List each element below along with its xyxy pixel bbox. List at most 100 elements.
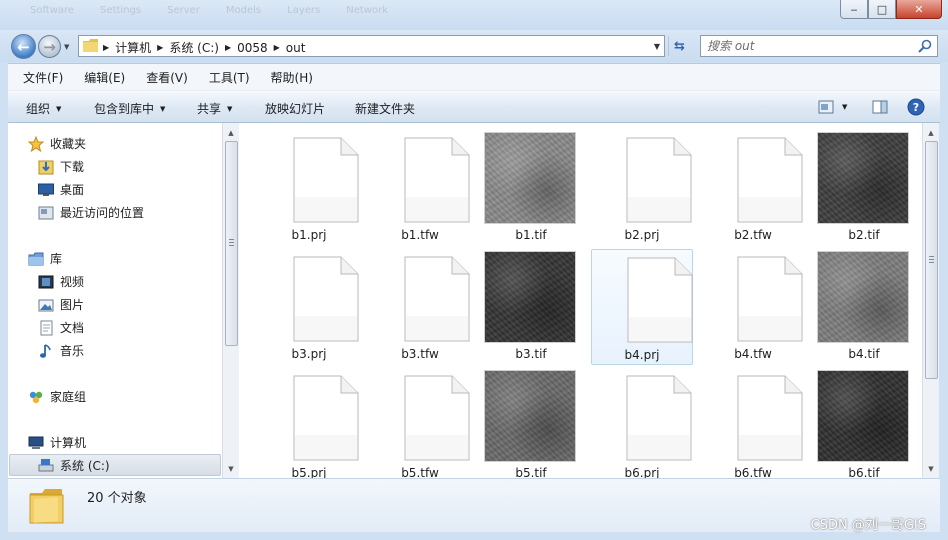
nav-label: 库 <box>50 252 63 266</box>
document-icon <box>404 137 470 223</box>
view-options-button[interactable]: ▼ <box>818 97 847 117</box>
new-folder-button[interactable]: 新建文件夹 <box>355 100 415 117</box>
help-icon: ? <box>907 98 925 116</box>
help-button[interactable]: ? <box>907 97 925 117</box>
details-pane: 20 个对象 CSDN @刘一哥GIS <box>8 478 940 533</box>
nav-label: 家庭组 <box>50 390 87 404</box>
breadcrumb-separator[interactable]: ▶ <box>225 43 231 52</box>
file-tile-document[interactable]: b2.tfw <box>702 130 804 246</box>
nav-desktop[interactable]: 桌面 <box>38 181 84 198</box>
nav-music[interactable]: 音乐 <box>38 342 84 359</box>
forward-button[interactable]: → <box>38 35 61 58</box>
menu-file[interactable]: 文件(F) <box>20 67 66 88</box>
file-tile-image[interactable]: b2.tif <box>813 130 915 246</box>
library-icon <box>28 252 44 265</box>
arrow-left-icon: ← <box>17 37 30 56</box>
file-tile-image[interactable]: b4.tif <box>813 249 915 365</box>
background-window-menu: Software Settings Server Models Layers N… <box>30 5 388 16</box>
file-name: b2.prj <box>624 228 660 242</box>
address-history-dropdown[interactable]: ▼ <box>654 42 660 51</box>
nav-favorites[interactable]: 收藏夹 <box>28 135 86 152</box>
ghost-menu-item: Models <box>225 5 262 16</box>
scrollbar-thumb[interactable] <box>925 141 938 379</box>
scroll-up-icon[interactable]: ▲ <box>223 125 239 141</box>
breadcrumb-separator[interactable]: ▶ <box>103 43 109 52</box>
nav-videos[interactable]: 视频 <box>38 273 84 290</box>
document-icon <box>737 375 803 461</box>
command-toolbar: 组织 ▼ 包含到库中 ▼ 共享 ▼ 放映幻灯片 新建文件夹 ▼ ? <box>8 90 940 123</box>
breadcrumb-folder[interactable]: 0058 <box>237 41 268 55</box>
menu-edit[interactable]: 编辑(E) <box>81 67 128 88</box>
chevron-down-icon: ▼ <box>227 104 233 113</box>
nav-documents[interactable]: 文档 <box>38 319 84 336</box>
file-tile-document[interactable]: b4.prj <box>591 249 693 365</box>
file-tile-image[interactable]: b3.tif <box>480 249 582 365</box>
file-tile-document[interactable]: b3.prj <box>258 249 360 365</box>
nav-scrollbar[interactable]: ▲ ▼ <box>222 123 239 478</box>
file-name: b5.tfw <box>401 466 439 478</box>
nav-label: 文档 <box>60 321 85 335</box>
file-name: b3.tif <box>515 347 547 361</box>
scroll-up-icon[interactable]: ▲ <box>923 125 939 141</box>
breadcrumb-computer[interactable]: 计算机 <box>115 39 151 56</box>
watermark: CSDN @刘一哥GIS <box>810 518 926 533</box>
scroll-down-icon[interactable]: ▼ <box>223 461 239 477</box>
refresh-button[interactable]: ⇆ <box>668 36 690 56</box>
drive-icon <box>38 459 54 472</box>
slideshow-button[interactable]: 放映幻灯片 <box>265 100 325 117</box>
file-name: b4.tif <box>848 347 880 361</box>
file-tile-image[interactable]: b6.tif <box>813 368 915 478</box>
breadcrumb-separator[interactable]: ▶ <box>157 43 163 52</box>
breadcrumb-separator[interactable]: ▶ <box>274 43 280 52</box>
nav-pictures[interactable]: 图片 <box>38 296 84 313</box>
back-button[interactable]: ← <box>11 34 36 59</box>
computer-icon <box>28 436 44 449</box>
nav-libraries[interactable]: 库 <box>28 250 62 267</box>
nav-label: 收藏夹 <box>50 137 87 151</box>
nav-computer[interactable]: 计算机 <box>28 434 86 451</box>
ghost-menu-item: Network <box>346 5 388 16</box>
breadcrumb-current[interactable]: out <box>286 41 306 55</box>
file-tile-document[interactable]: b3.tfw <box>369 249 471 365</box>
file-tile-document[interactable]: b2.prj <box>591 130 693 246</box>
breadcrumb-drive[interactable]: 系统 (C:) <box>169 39 219 56</box>
file-tile-document[interactable]: b4.tfw <box>702 249 804 365</box>
nav-label: 桌面 <box>60 183 85 197</box>
file-tile-document[interactable]: b6.tfw <box>702 368 804 478</box>
nav-homegroup[interactable]: 家庭组 <box>28 388 86 405</box>
share-button[interactable]: 共享 ▼ <box>197 100 232 117</box>
file-tile-document[interactable]: b5.prj <box>258 368 360 478</box>
file-tile-document[interactable]: b1.prj <box>258 130 360 246</box>
preview-pane-button[interactable] <box>872 97 888 117</box>
file-tile-image[interactable]: b1.tif <box>480 130 582 246</box>
menu-help[interactable]: 帮助(H) <box>268 67 316 88</box>
scrollbar-thumb[interactable] <box>225 141 238 346</box>
include-in-library-button[interactable]: 包含到库中 ▼ <box>94 100 165 117</box>
nav-downloads[interactable]: 下载 <box>38 158 84 175</box>
menu-view[interactable]: 查看(V) <box>143 67 191 88</box>
search-box[interactable] <box>700 35 938 57</box>
minimize-button[interactable]: ‒ <box>840 0 868 19</box>
maximize-button[interactable]: □ <box>868 0 896 19</box>
search-input[interactable] <box>707 39 907 53</box>
nav-label: 计算机 <box>50 436 87 450</box>
document-icon <box>627 257 693 343</box>
file-name: b6.tif <box>848 466 880 478</box>
file-tile-document[interactable]: b6.prj <box>591 368 693 478</box>
nav-label: 音乐 <box>60 344 85 358</box>
nav-recent-places[interactable]: 最近访问的位置 <box>38 204 144 221</box>
organize-button[interactable]: 组织 ▼ <box>26 100 61 117</box>
scroll-down-icon[interactable]: ▼ <box>923 461 939 477</box>
file-tile-document[interactable]: b5.tfw <box>369 368 471 478</box>
organize-label: 组织 <box>26 102 51 116</box>
recent-pages-dropdown[interactable]: ▼ <box>64 43 69 51</box>
search-icon[interactable] <box>917 38 933 54</box>
address-bar[interactable]: ▶ 计算机 ▶ 系统 (C:) ▶ 0058 ▶ out ▼ <box>78 35 665 57</box>
file-tile-document[interactable]: b1.tfw <box>369 130 471 246</box>
file-scrollbar[interactable]: ▲ ▼ <box>922 123 939 478</box>
document-icon <box>293 375 359 461</box>
file-tile-image[interactable]: b5.tif <box>480 368 582 478</box>
menu-tools[interactable]: 工具(T) <box>206 67 253 88</box>
nav-drive-c[interactable]: 系统 (C:) <box>9 454 221 476</box>
close-button[interactable]: ✕ <box>896 0 942 19</box>
